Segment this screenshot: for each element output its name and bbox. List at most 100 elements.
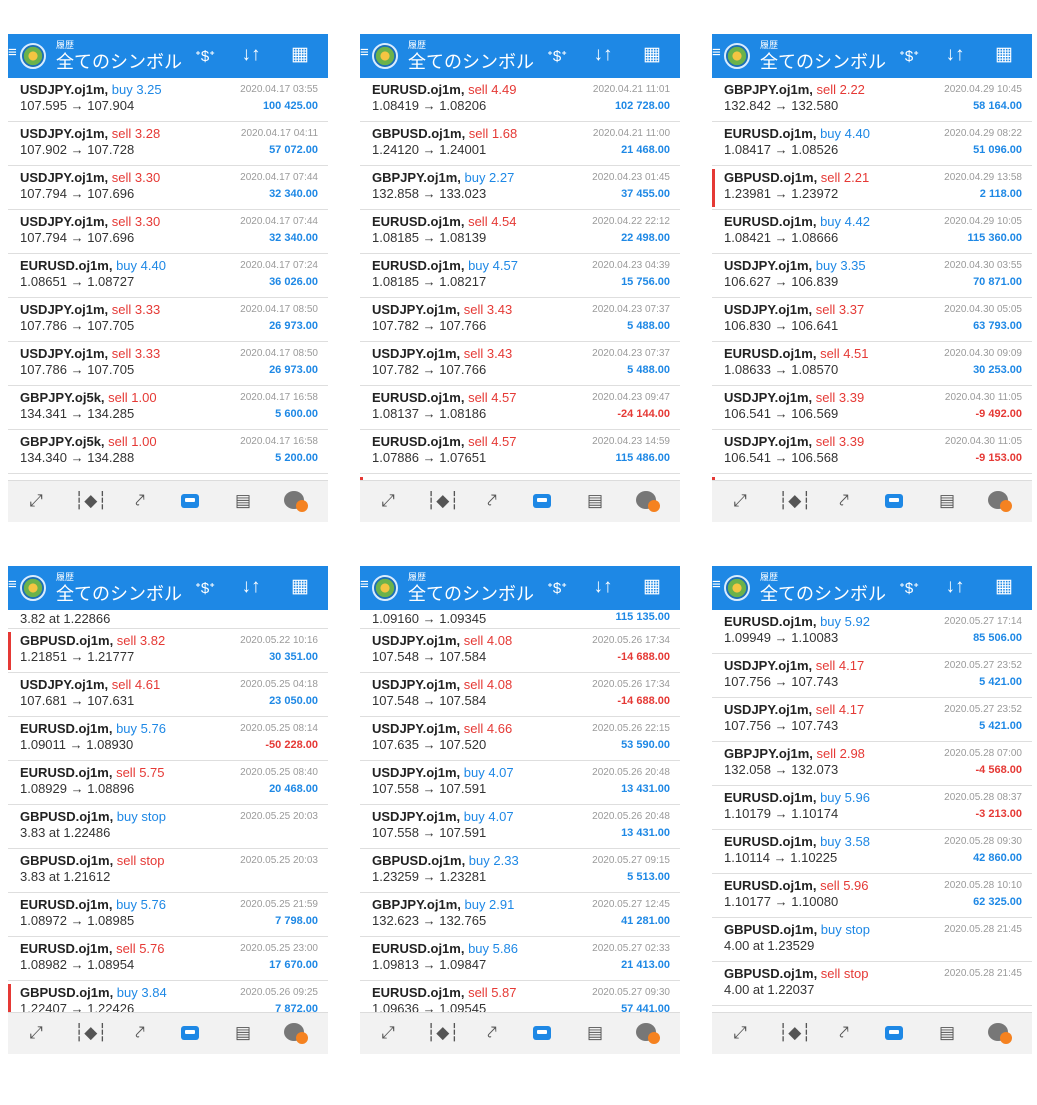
- history-row[interactable]: GBPUSD.oj1m, sell 1.68 1.24120 → 1.24001 2…: [360, 122, 680, 166]
- history-row[interactable]: USDJPY.oj1m, buy 3.25 107.595 → 107.904 20…: [8, 78, 328, 122]
- history-row[interactable]: GBPJPY.oj1m, buy 2.91 132.623 → 132.765 20…: [360, 893, 680, 937]
- history-row[interactable]: USDJPY.oj1m, sell 3.30 107.794 → 107.696 2…: [8, 166, 328, 210]
- history-tab[interactable]: [176, 1019, 204, 1047]
- symbol-filter-icon[interactable]: ᐩ$ᐩ: [544, 578, 570, 600]
- history-row[interactable]: EURUSD.oj1m, buy 5.76 1.09011 → 1.08930 20…: [8, 717, 328, 761]
- history-row[interactable]: EURUSD.oj1m, sell 4.51 1.08633 → 1.08570 2…: [712, 342, 1032, 386]
- history-list[interactable]: EURUSD.oj1m, buy 5.92 1.09949 → 1.10083 20…: [712, 610, 1032, 1012]
- menu-icon[interactable]: ≡: [8, 44, 17, 62]
- history-row[interactable]: EURUSD.oj1m, sell 5.76 1.08982 → 1.08954 2…: [8, 937, 328, 981]
- trade-icon[interactable]: ⤤: [126, 487, 154, 515]
- chart-icon[interactable]: ┆◆┆: [426, 1019, 460, 1047]
- symbol-selector-title[interactable]: 全てのシンボル: [760, 583, 886, 605]
- history-row[interactable]: EURUSD.oj1m, buy 4.40 1.08417 → 1.08526 20…: [712, 122, 1032, 166]
- sort-icon[interactable]: ↓↑: [590, 576, 616, 598]
- history-row[interactable]: EURUSD.oj1m, sell 4.54 1.08185 → 1.08139 2…: [360, 210, 680, 254]
- menu-icon[interactable]: ≡: [712, 44, 721, 62]
- history-row[interactable]: EURUSD.oj1m, sell 5.87 1.09636 → 1.09545 2…: [360, 981, 680, 1012]
- history-row[interactable]: EURUSD.oj1m, sell 4.57 1.08137 → 1.08186 2…: [360, 386, 680, 430]
- history-row[interactable]: USDJPY.oj1m, sell 4.17 107.756 → 107.743 2…: [712, 654, 1032, 698]
- journal-icon[interactable]: ▤: [581, 1019, 609, 1047]
- calendar-icon[interactable]: ▦: [287, 576, 313, 598]
- symbol-selector-title[interactable]: 全てのシンボル: [408, 51, 534, 73]
- history-tab[interactable]: [528, 1019, 556, 1047]
- history-list[interactable]: 1.09160 → 1.09345 115 135.00 USDJPY.oj1m, …: [360, 610, 680, 1012]
- history-tab[interactable]: [528, 487, 556, 515]
- journal-icon[interactable]: ▤: [933, 1019, 961, 1047]
- history-row[interactable]: USDJPY.oj1m, buy 3.35 106.627 → 106.839 20…: [712, 254, 1032, 298]
- history-row[interactable]: EURUSD.oj1m, buy 5.86 1.09813 → 1.09847 20…: [360, 937, 680, 981]
- journal-icon[interactable]: ▤: [581, 487, 609, 515]
- history-list[interactable]: GBPJPY.oj1m, sell 2.22 132.842 → 132.580 2…: [712, 78, 1032, 480]
- chat-tab[interactable]: [632, 487, 660, 515]
- symbol-filter-icon[interactable]: ᐩ$ᐩ: [544, 46, 570, 68]
- history-row[interactable]: EURUSD.oj1m, buy 4.42 1.08421 → 1.08666 20…: [712, 210, 1032, 254]
- calendar-icon[interactable]: ▦: [287, 44, 313, 66]
- symbol-selector-title[interactable]: 全てのシンボル: [760, 51, 886, 73]
- history-row[interactable]: USDJPY.oj1m, sell 3.39 106.541 → 106.569 2…: [712, 386, 1032, 430]
- sort-icon[interactable]: ↓↑: [238, 44, 264, 66]
- sort-icon[interactable]: ↓↑: [942, 576, 968, 598]
- symbol-selector-title[interactable]: 全てのシンボル: [408, 583, 534, 605]
- history-row[interactable]: USDJPY.oj1m, sell 4.08 107.548 → 107.584 2…: [360, 673, 680, 717]
- symbol-selector-title[interactable]: 全てのシンボル: [56, 583, 182, 605]
- history-tab[interactable]: [176, 487, 204, 515]
- history-list[interactable]: 3.82 at 1.22866 GBPUSD.oj1m, sell 3.82 1.2…: [8, 610, 328, 1012]
- history-list[interactable]: EURUSD.oj1m, sell 4.49 1.08419 → 1.08206 2…: [360, 78, 680, 480]
- journal-icon[interactable]: ▤: [229, 487, 257, 515]
- history-row[interactable]: USDJPY.oj1m, sell 3.43 107.782 → 107.766 2…: [360, 298, 680, 342]
- journal-icon[interactable]: ▤: [933, 487, 961, 515]
- menu-icon[interactable]: ≡: [360, 44, 369, 62]
- symbol-selector-title[interactable]: 全てのシンボル: [56, 51, 182, 73]
- menu-icon[interactable]: ≡: [360, 576, 369, 594]
- history-row[interactable]: GBPUSD.oj1m, buy 3.84 1.22407 → 1.22426 20…: [8, 981, 328, 1012]
- history-row[interactable]: EURUSD.oj1m, sell 5.75 1.08929 → 1.08896 2…: [8, 761, 328, 805]
- quotes-icon[interactable]: ⤢: [374, 1019, 402, 1047]
- chart-icon[interactable]: ┆◆┆: [778, 487, 812, 515]
- history-row[interactable]: EURUSD.oj1m, buy 5.92 1.09949 → 1.10083 20…: [712, 610, 1032, 654]
- chat-tab[interactable]: [984, 487, 1012, 515]
- chat-tab[interactable]: [280, 487, 308, 515]
- menu-icon[interactable]: ≡: [8, 576, 17, 594]
- history-row[interactable]: USDJPY.oj1m, buy 4.07 107.558 → 107.591 20…: [360, 805, 680, 849]
- quotes-icon[interactable]: ⤢: [726, 487, 754, 515]
- history-row[interactable]: USDJPY.oj1m, sell 4.17 107.756 → 107.743 2…: [712, 698, 1032, 742]
- history-row[interactable]: USDJPY.oj1m, sell 3.33 107.786 → 107.705 2…: [8, 342, 328, 386]
- sort-icon[interactable]: ↓↑: [590, 44, 616, 66]
- trade-icon[interactable]: ⤤: [830, 1019, 858, 1047]
- trade-icon[interactable]: ⤤: [126, 1019, 154, 1047]
- history-row[interactable]: EURUSD.oj1m, buy 5.76 1.08972 → 1.08985 20…: [8, 893, 328, 937]
- history-row[interactable]: USDJPY.oj1m, sell 3.30 107.794 → 107.696 2…: [8, 210, 328, 254]
- history-row[interactable]: USDJPY.oj1m, sell 4.08 107.548 → 107.584 2…: [360, 629, 680, 673]
- symbol-filter-icon[interactable]: ᐩ$ᐩ: [896, 46, 922, 68]
- history-row[interactable]: GBPUSD.oj1m, sell 3.82 1.21851 → 1.21777 2…: [8, 629, 328, 673]
- sort-icon[interactable]: ↓↑: [238, 576, 264, 598]
- symbol-filter-icon[interactable]: ᐩ$ᐩ: [192, 578, 218, 600]
- history-row[interactable]: USDJPY.oj1m, buy 4.07 107.558 → 107.591 20…: [360, 761, 680, 805]
- history-row[interactable]: USDJPY.oj1m, sell 3.28 107.902 → 107.728 2…: [8, 122, 328, 166]
- trade-icon[interactable]: ⤤: [478, 1019, 506, 1047]
- trade-icon[interactable]: ⤤: [478, 487, 506, 515]
- quotes-icon[interactable]: ⤢: [374, 487, 402, 515]
- calendar-icon[interactable]: ▦: [991, 44, 1017, 66]
- history-row[interactable]: USDJPY.oj1m, sell 4.61 107.681 → 107.631 2…: [8, 673, 328, 717]
- history-tab[interactable]: [880, 1019, 908, 1047]
- history-row[interactable]: EURUSD.oj1m, sell 4.57 1.07886 → 1.07651 2…: [360, 430, 680, 474]
- history-tab[interactable]: [880, 487, 908, 515]
- history-row[interactable]: GBPUSD.oj1m, sell stop 4.00 at 1.22037 202…: [712, 962, 1032, 1006]
- history-row[interactable]: GBPUSD.oj1m, buy stop 4.00 at 1.23529 2020…: [712, 918, 1032, 962]
- history-row[interactable]: GBPJPY.oj1m, sell 2.98 132.058 → 132.073 2…: [712, 742, 1032, 786]
- history-row[interactable]: GBPUSD.oj1m, buy stop 3.83 at 1.22486 2020…: [8, 805, 328, 849]
- chart-icon[interactable]: ┆◆┆: [426, 487, 460, 515]
- history-row[interactable]: GBPJPY.oj5k, sell 1.00 134.340 → 134.288 2…: [8, 430, 328, 474]
- calendar-icon[interactable]: ▦: [639, 44, 665, 66]
- calendar-icon[interactable]: ▦: [991, 576, 1017, 598]
- trade-icon[interactable]: ⤤: [830, 487, 858, 515]
- history-row[interactable]: GBPUSD.oj1m, sell stop 3.83 at 1.21612 202…: [8, 849, 328, 893]
- chat-tab[interactable]: [632, 1019, 660, 1047]
- chat-tab[interactable]: [984, 1019, 1012, 1047]
- history-row-partial[interactable]: 1.09160 → 1.09345 115 135.00: [360, 610, 680, 629]
- history-row[interactable]: GBPJPY.oj5k, sell 1.00 134.341 → 134.285 2…: [8, 386, 328, 430]
- chart-icon[interactable]: ┆◆┆: [74, 1019, 108, 1047]
- chart-icon[interactable]: ┆◆┆: [778, 1019, 812, 1047]
